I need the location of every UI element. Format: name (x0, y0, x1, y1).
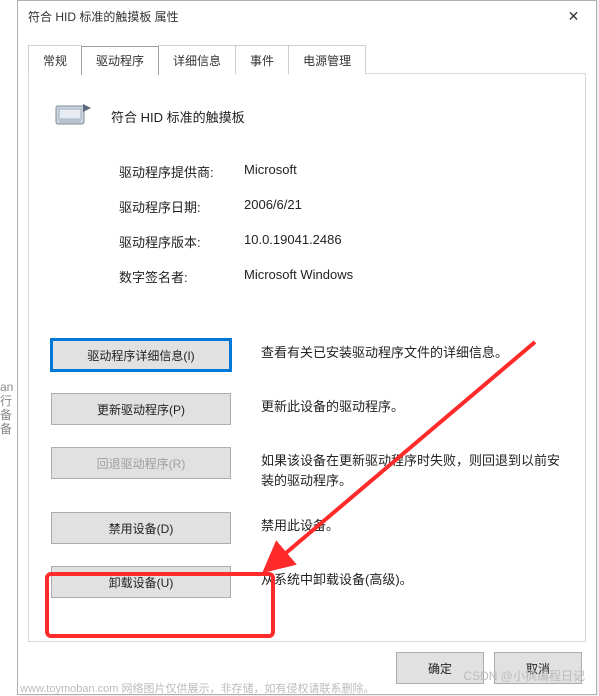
provider-label: 驱动程序提供商: (119, 162, 244, 181)
disable-device-button[interactable]: 禁用设备(D) (51, 512, 231, 544)
signer-label: 数字签名者: (119, 267, 244, 286)
uninstall-device-button[interactable]: 卸载设备(U) (51, 566, 231, 598)
date-label: 驱动程序日期: (119, 197, 244, 216)
close-icon: ✕ (568, 8, 580, 25)
device-title: 符合 HID 标准的触摸板 (111, 107, 245, 126)
tab-details[interactable]: 详细信息 (158, 45, 236, 74)
properties-dialog: 符合 HID 标准的触摸板 属性 ✕ 常规 驱动程序 详细信息 事件 电源管理 … (17, 0, 597, 695)
uninstall-device-desc: 从系统中卸载设备(高级)。 (261, 566, 567, 590)
version-label: 驱动程序版本: (119, 232, 244, 251)
signer-value: Microsoft Windows (244, 267, 353, 286)
tab-panel: 符合 HID 标准的触摸板 驱动程序提供商: Microsoft 驱动程序日期:… (28, 73, 586, 642)
date-value: 2006/6/21 (244, 197, 302, 216)
tab-driver[interactable]: 驱动程序 (81, 46, 159, 75)
page-footer: www.toymoban.com 网络图片仅供展示，非存储，如有侵权请联系删除。 (20, 680, 374, 696)
update-driver-button[interactable]: 更新驱动程序(P) (51, 393, 231, 425)
titlebar: 符合 HID 标准的触摸板 属性 ✕ (18, 1, 596, 31)
version-value: 10.0.19041.2486 (244, 232, 342, 251)
dialog-title: 符合 HID 标准的触摸板 属性 (28, 8, 551, 25)
tab-events[interactable]: 事件 (235, 45, 289, 74)
touchpad-icon (53, 98, 93, 135)
tab-general[interactable]: 常规 (28, 45, 82, 74)
rollback-driver-button: 回退驱动程序(R) (51, 447, 231, 479)
action-buttons: 驱动程序详细信息(I) 查看有关已安装驱动程序文件的详细信息。 更新驱动程序(P… (51, 339, 567, 620)
device-header: 符合 HID 标准的触摸板 (53, 98, 245, 135)
disable-device-desc: 禁用此设备。 (261, 512, 567, 536)
tab-power[interactable]: 电源管理 (288, 45, 366, 74)
driver-details-desc: 查看有关已安装驱动程序文件的详细信息。 (261, 339, 567, 363)
watermark: CSDN @小枫编程日记 (463, 667, 585, 684)
rollback-driver-desc: 如果该设备在更新驱动程序时失败，则回退到以前安装的驱动程序。 (261, 447, 567, 490)
driver-details-button[interactable]: 驱动程序详细信息(I) (51, 339, 231, 371)
close-button[interactable]: ✕ (551, 1, 596, 31)
tabstrip: 常规 驱动程序 详细信息 事件 电源管理 (28, 45, 586, 74)
provider-value: Microsoft (244, 162, 297, 181)
update-driver-desc: 更新此设备的驱动程序。 (261, 393, 567, 417)
driver-info: 驱动程序提供商: Microsoft 驱动程序日期: 2006/6/21 驱动程… (119, 162, 353, 302)
